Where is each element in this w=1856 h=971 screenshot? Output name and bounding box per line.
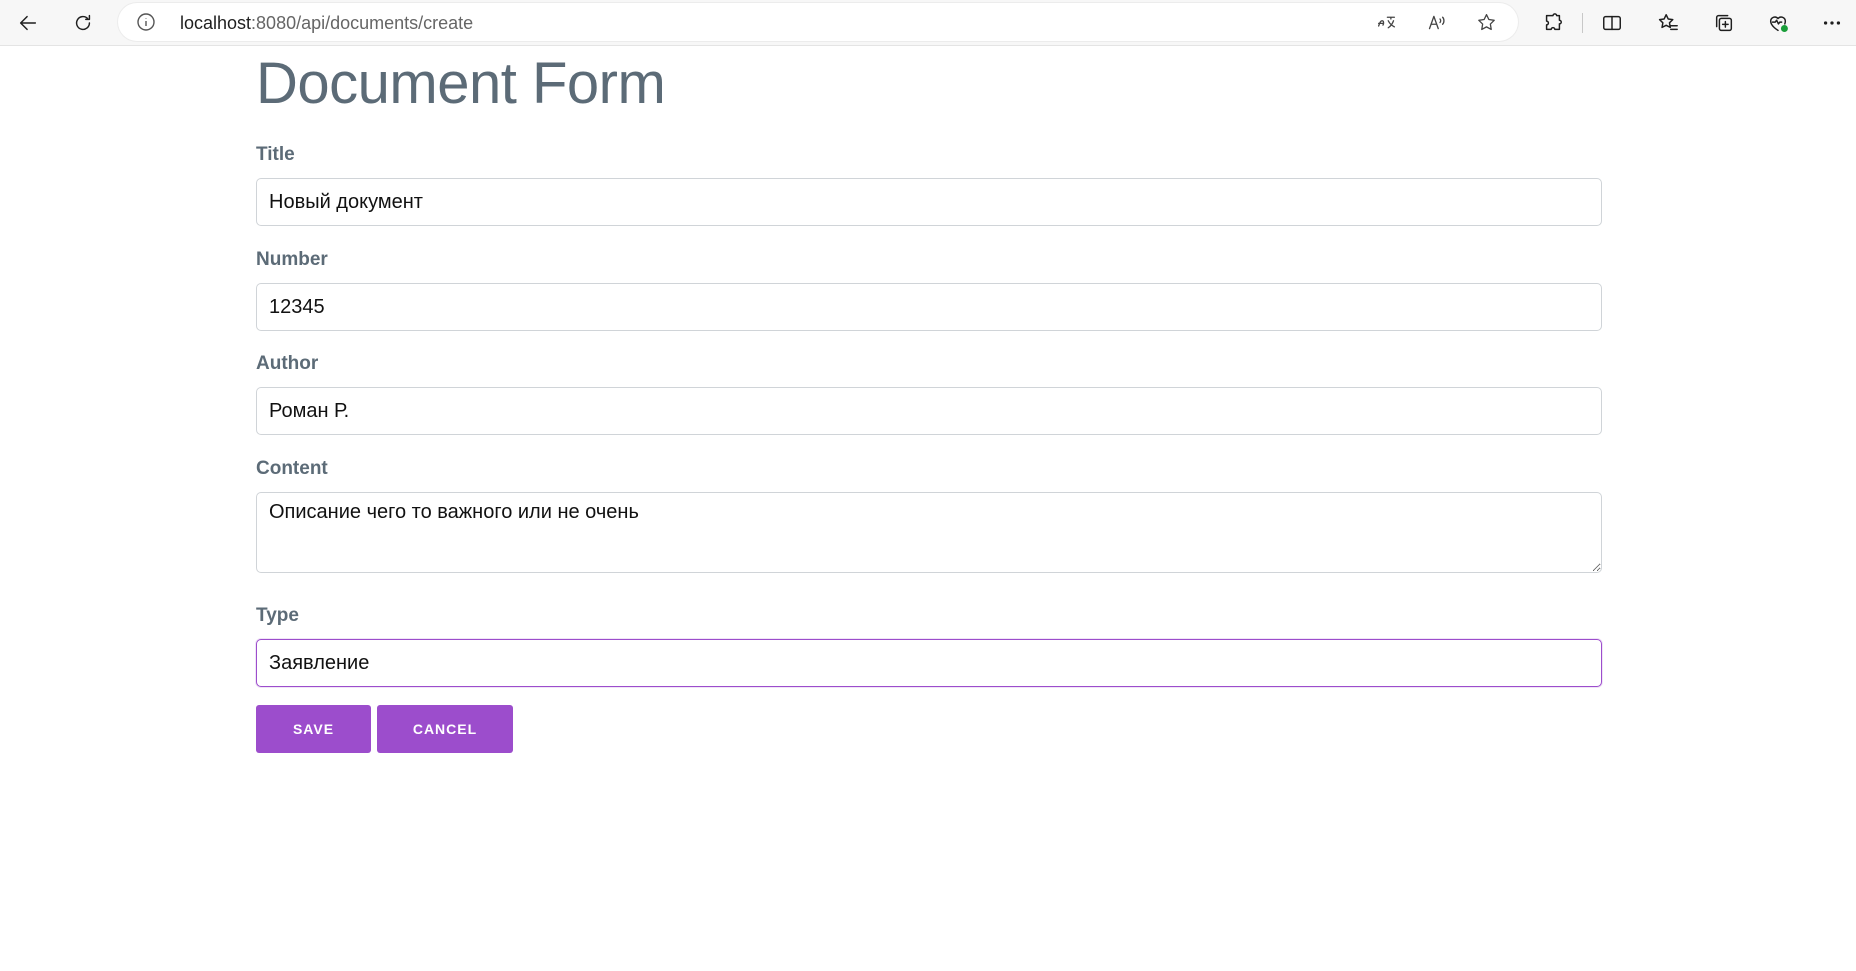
favorites-icon[interactable] (1652, 7, 1684, 39)
toolbar-separator (1582, 13, 1583, 33)
more-icon[interactable] (1816, 7, 1848, 39)
back-icon[interactable] (12, 7, 44, 39)
translate-icon[interactable] (1372, 8, 1400, 36)
page-title: Document Form (256, 51, 666, 116)
content-label: Content (256, 458, 328, 479)
number-label: Number (256, 249, 328, 270)
browser-essentials-icon[interactable] (1762, 7, 1794, 39)
favorite-star-icon[interactable] (1472, 8, 1500, 36)
split-screen-icon[interactable] (1596, 7, 1628, 39)
title-input[interactable] (256, 178, 1602, 226)
type-label: Type (256, 605, 299, 626)
address-bar[interactable]: localhost:8080/api/documents/create (118, 3, 1518, 41)
type-input[interactable] (256, 639, 1602, 687)
url-host: localhost (180, 13, 252, 33)
content-textarea[interactable]: Описание чего то важного или не очень (256, 492, 1602, 573)
info-icon[interactable] (136, 12, 156, 32)
extensions-icon[interactable] (1537, 7, 1569, 39)
author-label: Author (256, 353, 319, 374)
read-aloud-icon[interactable] (1422, 8, 1450, 36)
number-input[interactable] (256, 283, 1602, 331)
title-label: Title (256, 144, 295, 165)
cancel-button[interactable]: CANCEL (377, 705, 513, 753)
author-input[interactable] (256, 387, 1602, 435)
browser-toolbar: localhost:8080/api/documents/create (0, 0, 1856, 46)
save-button[interactable]: SAVE (256, 705, 371, 753)
collections-icon[interactable] (1708, 7, 1740, 39)
url-text[interactable]: localhost:8080/api/documents/create (180, 13, 473, 34)
refresh-icon[interactable] (67, 7, 99, 39)
url-path: :8080/api/documents/create (251, 13, 474, 33)
